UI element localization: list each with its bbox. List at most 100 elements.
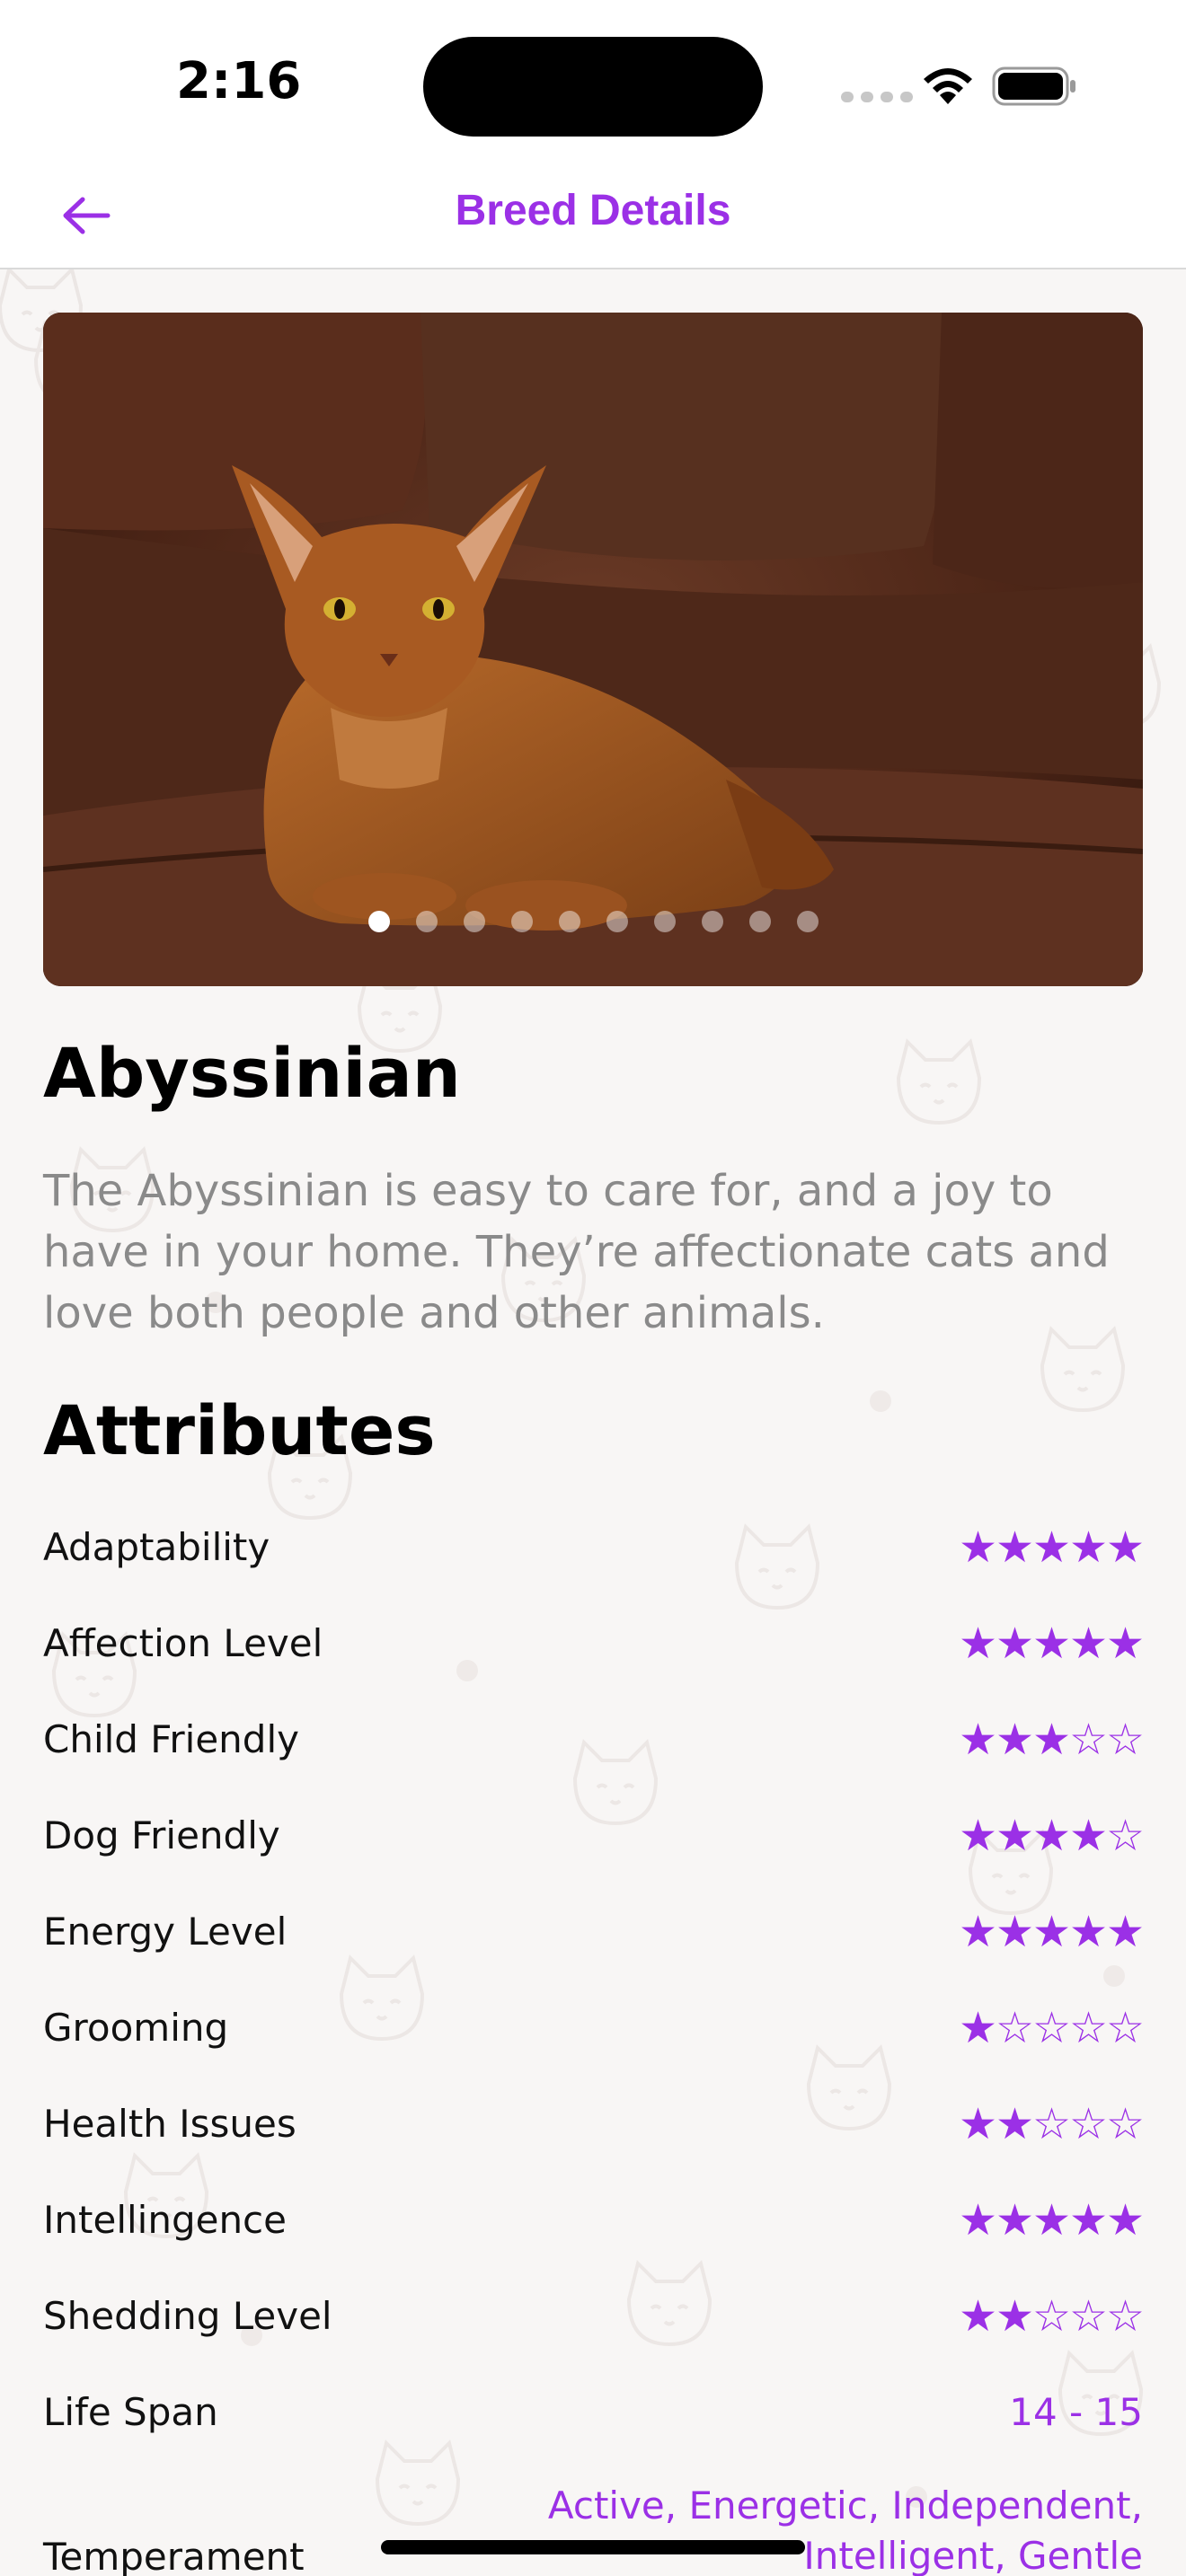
attribute-label: Health Issues xyxy=(43,2102,296,2146)
attribute-row: Intellingence ★ ★ ★ ★ ★ xyxy=(43,2191,1146,2287)
star-filled-icon: ★ xyxy=(1069,2195,1109,2245)
breed-name: Abyssinian xyxy=(43,1033,461,1113)
star-filled-icon: ★ xyxy=(959,2291,998,2342)
star-filled-icon: ★ xyxy=(996,2291,1035,2342)
attribute-row: Grooming ★ ☆ ☆ ☆ ☆ xyxy=(43,1998,1146,2095)
rating-stars: ★ ★ ☆ ☆ ☆ xyxy=(959,2287,1146,2346)
breed-image-carousel[interactable] xyxy=(43,313,1143,986)
star-empty-icon: ☆ xyxy=(1069,2099,1109,2149)
attribute-row: Energy Level ★ ★ ★ ★ ★ xyxy=(43,1902,1146,1998)
star-filled-icon: ★ xyxy=(959,1619,998,1669)
star-filled-icon: ★ xyxy=(959,1522,998,1573)
star-filled-icon: ★ xyxy=(959,2195,998,2245)
breed-description: The Abyssinian is easy to care for, and … xyxy=(43,1166,1110,1338)
page-dot[interactable] xyxy=(558,911,580,932)
attribute-row: Dog Friendly ★ ★ ★ ★ ☆ xyxy=(43,1806,1146,1902)
attribute-label: Adaptability xyxy=(43,1525,270,1569)
star-empty-icon: ☆ xyxy=(1106,2099,1146,2149)
star-filled-icon: ★ xyxy=(1069,1811,1109,1861)
status-time: 2:16 xyxy=(176,52,302,110)
life-span-label: Life Span xyxy=(43,2390,218,2434)
breed-photo xyxy=(43,313,1143,986)
star-filled-icon: ★ xyxy=(1106,1522,1146,1573)
temperament-label: Temperament xyxy=(43,2535,305,2576)
star-filled-icon: ★ xyxy=(959,1715,998,1765)
life-span-row: Life Span 14 - 15 xyxy=(43,2383,1143,2479)
temperament-value: Active, Energetic, Independent, Intellig… xyxy=(547,2483,1143,2576)
star-filled-icon: ★ xyxy=(996,1522,1035,1573)
page-dot[interactable] xyxy=(748,911,771,932)
rating-stars: ★ ★ ★ ★ ★ xyxy=(959,1902,1146,1962)
rating-stars: ★ ★ ★ ★ ★ xyxy=(959,2191,1146,2250)
attribute-row: Child Friendly ★ ★ ★ ☆ ☆ xyxy=(43,1710,1146,1806)
back-button[interactable] xyxy=(50,181,122,250)
star-filled-icon: ★ xyxy=(1106,2195,1146,2245)
breed-details-screen: 2:16 Breed Details Abyssinian The Abyssi… xyxy=(0,0,1186,2576)
star-empty-icon: ☆ xyxy=(1106,2003,1146,2053)
page-dot[interactable] xyxy=(463,911,485,932)
star-filled-icon: ★ xyxy=(1069,1522,1109,1573)
star-filled-icon: ★ xyxy=(1032,1522,1072,1573)
life-span-value: 14 - 15 xyxy=(1009,2390,1143,2434)
page-dot[interactable] xyxy=(367,911,390,932)
star-filled-icon: ★ xyxy=(1106,1907,1146,1957)
star-empty-icon: ☆ xyxy=(996,2003,1035,2053)
star-filled-icon: ★ xyxy=(996,2099,1035,2149)
attribute-label: Child Friendly xyxy=(43,1717,299,1761)
home-indicator[interactable] xyxy=(381,2540,805,2554)
attribute-row: Shedding Level ★ ★ ☆ ☆ ☆ xyxy=(43,2287,1146,2383)
star-filled-icon: ★ xyxy=(1032,1811,1072,1861)
star-filled-icon: ★ xyxy=(996,1619,1035,1669)
attribute-row: Health Issues ★ ★ ☆ ☆ ☆ xyxy=(43,2095,1146,2191)
attributes-heading: Attributes xyxy=(43,1390,436,1470)
carousel-page-indicator[interactable] xyxy=(43,911,1143,932)
page-dot[interactable] xyxy=(701,911,723,932)
star-empty-icon: ☆ xyxy=(1106,1811,1146,1861)
page-dot[interactable] xyxy=(415,911,438,932)
rating-stars: ★ ★ ★ ☆ ☆ xyxy=(959,1710,1146,1769)
star-filled-icon: ★ xyxy=(996,1811,1035,1861)
attributes-list: Adaptability ★ ★ ★ ★ ★ Affection Level ★ ★ ★ ★ ★… xyxy=(43,1518,1146,2479)
star-filled-icon: ★ xyxy=(1069,1619,1109,1669)
star-filled-icon: ★ xyxy=(1032,2195,1072,2245)
star-filled-icon: ★ xyxy=(1032,1907,1072,1957)
attribute-label: Affection Level xyxy=(43,1621,323,1665)
star-empty-icon: ☆ xyxy=(1106,1715,1146,1765)
star-filled-icon: ★ xyxy=(1032,1619,1072,1669)
rating-stars: ★ ★ ☆ ☆ ☆ xyxy=(959,2095,1146,2154)
page-dot[interactable] xyxy=(510,911,533,932)
temperament-row: Temperament Active, Energetic, Independe… xyxy=(43,2481,1143,2576)
attribute-label: Shedding Level xyxy=(43,2294,332,2338)
status-bar: 2:16 xyxy=(0,0,1186,162)
attribute-label: Dog Friendly xyxy=(43,1813,280,1857)
star-empty-icon: ☆ xyxy=(1069,2291,1109,2342)
navigation-bar: Breed Details xyxy=(0,162,1186,269)
attribute-label: Energy Level xyxy=(43,1910,288,1954)
star-empty-icon: ☆ xyxy=(1032,2003,1072,2053)
attribute-row: Adaptability ★ ★ ★ ★ ★ xyxy=(43,1518,1146,1614)
wifi-icon xyxy=(924,68,972,104)
attribute-row: Affection Level ★ ★ ★ ★ ★ xyxy=(43,1614,1146,1710)
arrow-left-icon xyxy=(63,197,111,234)
dynamic-island xyxy=(423,37,763,137)
star-filled-icon: ★ xyxy=(1032,1715,1072,1765)
star-empty-icon: ☆ xyxy=(1032,2291,1072,2342)
star-filled-icon: ★ xyxy=(996,1907,1035,1957)
page-dot[interactable] xyxy=(653,911,676,932)
star-filled-icon: ★ xyxy=(959,1907,998,1957)
star-filled-icon: ★ xyxy=(1106,1619,1146,1669)
rating-stars: ★ ★ ★ ★ ★ xyxy=(959,1614,1146,1673)
star-empty-icon: ☆ xyxy=(1032,2099,1072,2149)
attribute-label: Intellingence xyxy=(43,2198,287,2242)
star-empty-icon: ☆ xyxy=(1069,1715,1109,1765)
star-filled-icon: ★ xyxy=(959,2003,998,2053)
battery-icon xyxy=(992,66,1075,106)
star-empty-icon: ☆ xyxy=(1106,2291,1146,2342)
attribute-label: Grooming xyxy=(43,2006,229,2050)
rating-stars: ★ ★ ★ ★ ☆ xyxy=(959,1806,1146,1866)
page-dot[interactable] xyxy=(606,911,628,932)
cellular-signal-icon xyxy=(841,92,913,102)
page-dot[interactable] xyxy=(796,911,819,932)
star-filled-icon: ★ xyxy=(996,2195,1035,2245)
star-filled-icon: ★ xyxy=(996,1715,1035,1765)
